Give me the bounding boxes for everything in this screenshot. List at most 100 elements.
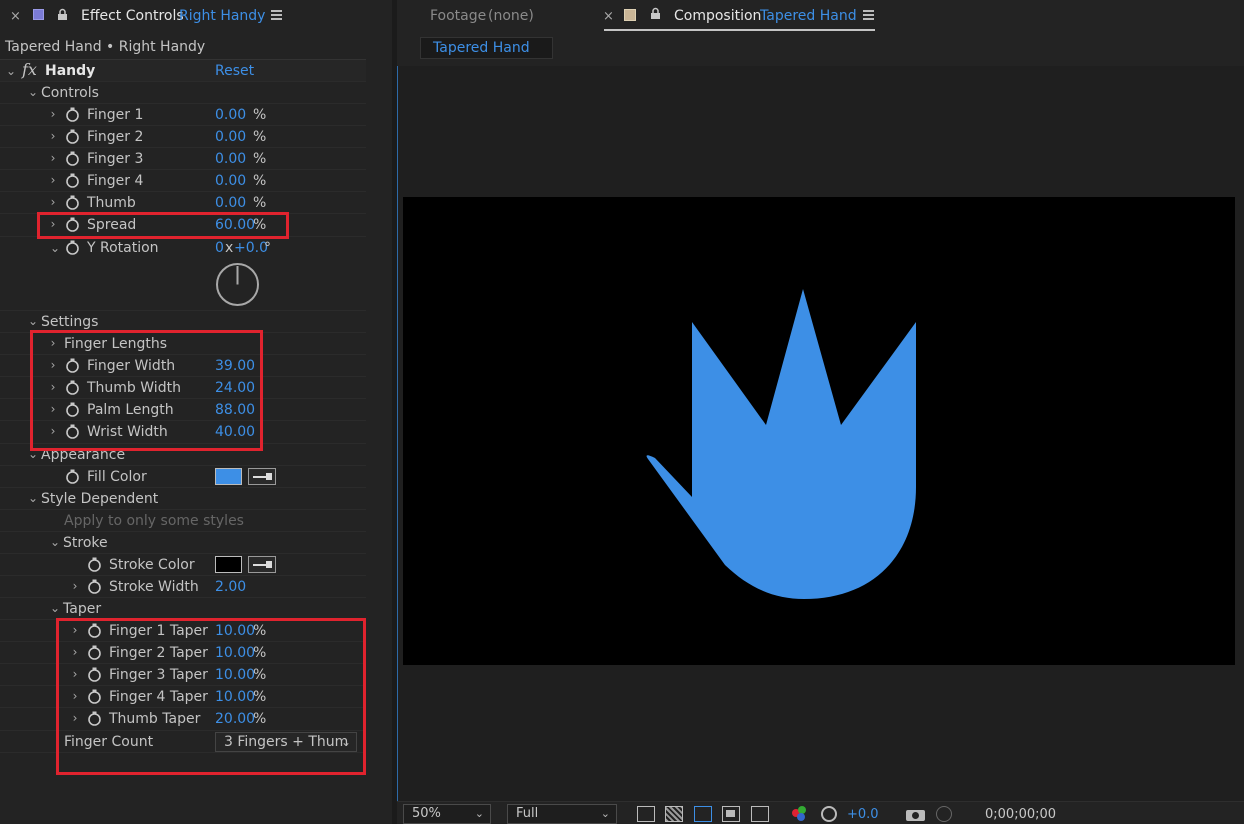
- expand-chevron-icon[interactable]: ›: [68, 623, 82, 637]
- lock-icon[interactable]: [650, 7, 661, 20]
- panel-tab-layer[interactable]: Right Handy: [179, 7, 265, 25]
- fast-previews-icon[interactable]: [637, 806, 655, 822]
- collapse-chevron-icon[interactable]: ⌄: [26, 85, 40, 99]
- eyedropper-icon[interactable]: [248, 556, 276, 573]
- stopwatch-icon[interactable]: [87, 667, 102, 682]
- region-of-interest-icon[interactable]: [751, 806, 769, 822]
- stroke-group-row[interactable]: ⌄ Stroke: [0, 531, 366, 553]
- zoom-dropdown[interactable]: 50% ⌄: [403, 804, 491, 824]
- panel-menu-icon[interactable]: [271, 10, 282, 20]
- stopwatch-icon[interactable]: [65, 107, 80, 122]
- expand-chevron-icon[interactable]: ›: [46, 358, 60, 372]
- property-value[interactable]: 10.00: [215, 666, 255, 684]
- collapse-chevron-icon[interactable]: ⌄: [48, 601, 62, 615]
- stopwatch-icon[interactable]: [65, 469, 80, 484]
- stopwatch-icon[interactable]: [65, 424, 80, 439]
- fill-color-swatch[interactable]: [215, 468, 242, 485]
- stopwatch-icon[interactable]: [65, 358, 80, 373]
- hand-shape[interactable]: [403, 197, 1235, 665]
- eyedropper-icon[interactable]: [248, 468, 276, 485]
- collapse-chevron-icon[interactable]: ⌄: [26, 447, 40, 461]
- property-value[interactable]: 0.00: [215, 194, 246, 212]
- stopwatch-icon[interactable]: [65, 380, 80, 395]
- property-value[interactable]: 10.00: [215, 688, 255, 706]
- stopwatch-icon[interactable]: [65, 402, 80, 417]
- finger-lengths-row[interactable]: › Finger Lengths: [0, 332, 366, 354]
- property-value[interactable]: 24.00: [215, 379, 255, 397]
- property-value[interactable]: 10.00: [215, 644, 255, 662]
- expand-chevron-icon[interactable]: ›: [46, 336, 60, 350]
- property-value[interactable]: 20.00: [215, 710, 255, 728]
- expand-chevron-icon[interactable]: ›: [68, 645, 82, 659]
- expand-chevron-icon[interactable]: ›: [46, 173, 60, 187]
- collapse-chevron-icon[interactable]: ⌄: [26, 491, 40, 505]
- comp-tab-name[interactable]: Tapered Hand: [760, 7, 857, 25]
- property-value[interactable]: 39.00: [215, 357, 255, 375]
- footage-tab-label[interactable]: Footage: [430, 7, 486, 25]
- taper-group-row[interactable]: ⌄ Taper: [0, 597, 366, 619]
- rotation-dial[interactable]: [215, 262, 260, 307]
- expand-chevron-icon[interactable]: ›: [46, 129, 60, 143]
- comp-tab-prefix[interactable]: Composition: [674, 7, 761, 25]
- property-value[interactable]: 0.00: [215, 106, 246, 124]
- exposure-value[interactable]: +0.0: [847, 806, 879, 824]
- collapse-chevron-icon[interactable]: ⌄: [26, 314, 40, 328]
- stroke-width-value[interactable]: 2.00: [215, 578, 246, 596]
- panel-tab-title[interactable]: Effect Controls: [81, 7, 184, 25]
- y-rotation-turns[interactable]: 0: [215, 239, 224, 257]
- expand-chevron-icon[interactable]: ›: [46, 217, 60, 231]
- show-snapshot-icon[interactable]: [936, 806, 952, 822]
- expand-chevron-icon[interactable]: ›: [68, 711, 82, 725]
- panel-menu-icon[interactable]: [863, 10, 874, 20]
- lock-icon[interactable]: [57, 8, 68, 21]
- fx-icon[interactable]: fx: [22, 61, 37, 79]
- stroke-color-swatch[interactable]: [215, 556, 242, 573]
- stopwatch-icon[interactable]: [87, 689, 102, 704]
- settings-group-row[interactable]: ⌄ Settings: [0, 310, 366, 332]
- property-value[interactable]: 10.00: [215, 622, 255, 640]
- controls-group-row[interactable]: ⌄ Controls: [0, 81, 366, 103]
- camera-snapshot-icon[interactable]: [906, 806, 926, 822]
- expand-chevron-icon[interactable]: ›: [68, 579, 82, 593]
- close-tab-icon[interactable]: ×: [603, 8, 614, 26]
- stopwatch-icon[interactable]: [87, 579, 102, 594]
- collapse-chevron-icon[interactable]: ⌄: [4, 64, 18, 78]
- title-action-safe-icon[interactable]: [722, 806, 740, 822]
- timecode[interactable]: 0;00;00;00: [985, 806, 1056, 824]
- collapse-chevron-icon[interactable]: ⌄: [48, 535, 62, 549]
- stopwatch-icon[interactable]: [65, 195, 80, 210]
- property-value[interactable]: 40.00: [215, 423, 255, 441]
- stopwatch-icon[interactable]: [87, 623, 102, 638]
- close-tab-icon[interactable]: ×: [10, 8, 21, 26]
- mask-visibility-icon[interactable]: [694, 806, 712, 822]
- property-value[interactable]: 0.00: [215, 172, 246, 190]
- stopwatch-icon[interactable]: [87, 711, 102, 726]
- property-value[interactable]: 0.00: [215, 128, 246, 146]
- collapse-chevron-icon[interactable]: ⌄: [48, 241, 62, 255]
- expand-chevron-icon[interactable]: ›: [46, 380, 60, 394]
- transparency-grid-icon[interactable]: [665, 806, 683, 822]
- property-value[interactable]: 88.00: [215, 401, 255, 419]
- property-value[interactable]: 60.00: [215, 216, 255, 234]
- expand-chevron-icon[interactable]: ›: [68, 667, 82, 681]
- stopwatch-icon[interactable]: [65, 240, 80, 255]
- expand-chevron-icon[interactable]: ›: [68, 689, 82, 703]
- expand-chevron-icon[interactable]: ›: [46, 107, 60, 121]
- comp-subtab[interactable]: Tapered Hand: [420, 37, 553, 59]
- expand-chevron-icon[interactable]: ›: [46, 151, 60, 165]
- stopwatch-icon[interactable]: [65, 173, 80, 188]
- resolution-dropdown[interactable]: Full ⌄: [507, 804, 617, 824]
- property-value[interactable]: 0.00: [215, 150, 246, 168]
- expand-chevron-icon[interactable]: ›: [46, 402, 60, 416]
- stopwatch-icon[interactable]: [65, 217, 80, 232]
- style-dependent-group-row[interactable]: ⌄ Style Dependent: [0, 487, 366, 509]
- stopwatch-icon[interactable]: [65, 151, 80, 166]
- stopwatch-icon[interactable]: [87, 645, 102, 660]
- composition-canvas[interactable]: [403, 197, 1235, 665]
- stopwatch-icon[interactable]: [65, 129, 80, 144]
- stopwatch-icon[interactable]: [87, 557, 102, 572]
- expand-chevron-icon[interactable]: ›: [46, 424, 60, 438]
- finger-count-dropdown[interactable]: 3 Fingers + Thum ⌄: [215, 732, 357, 752]
- y-rotation-offset[interactable]: +0.0: [234, 239, 268, 257]
- reset-link[interactable]: Reset: [215, 62, 254, 80]
